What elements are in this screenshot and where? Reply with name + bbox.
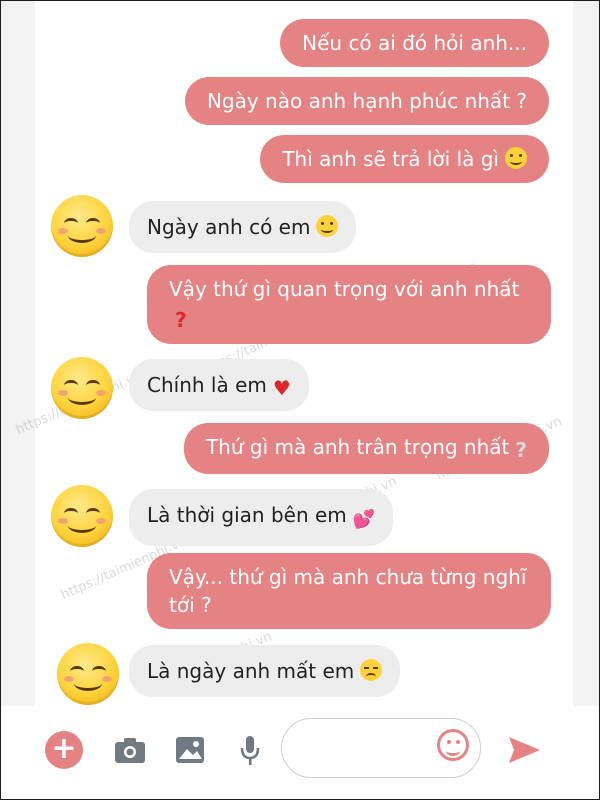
composer-toolbar: +: [1, 706, 599, 799]
right-margin: [573, 1, 599, 799]
avatar[interactable]: [51, 195, 113, 257]
avatar[interactable]: [51, 485, 113, 547]
message-outgoing[interactable]: Vậy... thứ gì mà anh chưa từng nghĩ tới …: [147, 553, 551, 629]
image-icon[interactable]: [171, 731, 209, 769]
message-text: Chính là em: [147, 373, 267, 397]
message-text: Thì anh sẽ trả lời là gì: [282, 147, 499, 171]
send-icon[interactable]: [505, 731, 543, 769]
message-outgoing[interactable]: Thì anh sẽ trả lời là gì: [260, 135, 549, 183]
message-text: Ngày nào anh hạnh phúc nhất ?: [206, 89, 527, 113]
message-outgoing[interactable]: Thứ gì mà anh trân trọng nhất?: [183, 423, 549, 474]
chat-area[interactable]: https://taimienphi.vn https://taimienphi…: [1, 1, 599, 706]
message-text: Vậy thứ gì quan trọng với anh nhất: [169, 277, 520, 301]
smile-emoji-icon: [505, 147, 527, 169]
red-question-mark-icon: ?: [175, 308, 187, 332]
microphone-icon[interactable]: [231, 731, 269, 769]
sad-emoji-icon: [360, 659, 383, 681]
avatar[interactable]: [57, 643, 119, 705]
message-text: Vậy... thứ gì mà anh chưa từng nghĩ tới …: [169, 565, 527, 617]
message-incoming[interactable]: Chính là em ♥: [129, 359, 309, 411]
grey-question-mark-icon: ?: [515, 438, 527, 462]
message-outgoing[interactable]: Ngày nào anh hạnh phúc nhất ?: [184, 77, 549, 125]
message-text: Là thời gian bên em: [147, 503, 347, 527]
message-text: Nếu có ai đó hỏi anh...: [302, 31, 527, 55]
left-margin: [1, 1, 35, 706]
avatar[interactable]: [51, 357, 113, 419]
message-text: Là ngày anh mất em: [147, 659, 355, 683]
message-incoming[interactable]: Là ngày anh mất em: [129, 645, 401, 697]
message-incoming[interactable]: Là thời gian bên em 💕: [129, 489, 394, 546]
camera-icon[interactable]: [111, 731, 149, 769]
two-hearts-icon: 💕: [352, 509, 376, 530]
message-outgoing[interactable]: Nếu có ai đó hỏi anh...: [280, 19, 549, 67]
emoji-icon[interactable]: [437, 729, 469, 761]
message-text: Thứ gì mà anh trân trọng nhất: [205, 435, 510, 459]
message-text: Ngày anh có em: [147, 215, 311, 239]
message-incoming[interactable]: Ngày anh có em: [129, 201, 357, 253]
plus-icon[interactable]: +: [45, 731, 83, 769]
red-heart-icon: ♥: [272, 376, 291, 400]
message-outgoing[interactable]: Vậy thứ gì quan trọng với anh nhất?: [147, 265, 551, 344]
smile-emoji-icon: [316, 215, 339, 237]
screenshot-frame: https://taimienphi.vn https://taimienphi…: [0, 0, 600, 800]
